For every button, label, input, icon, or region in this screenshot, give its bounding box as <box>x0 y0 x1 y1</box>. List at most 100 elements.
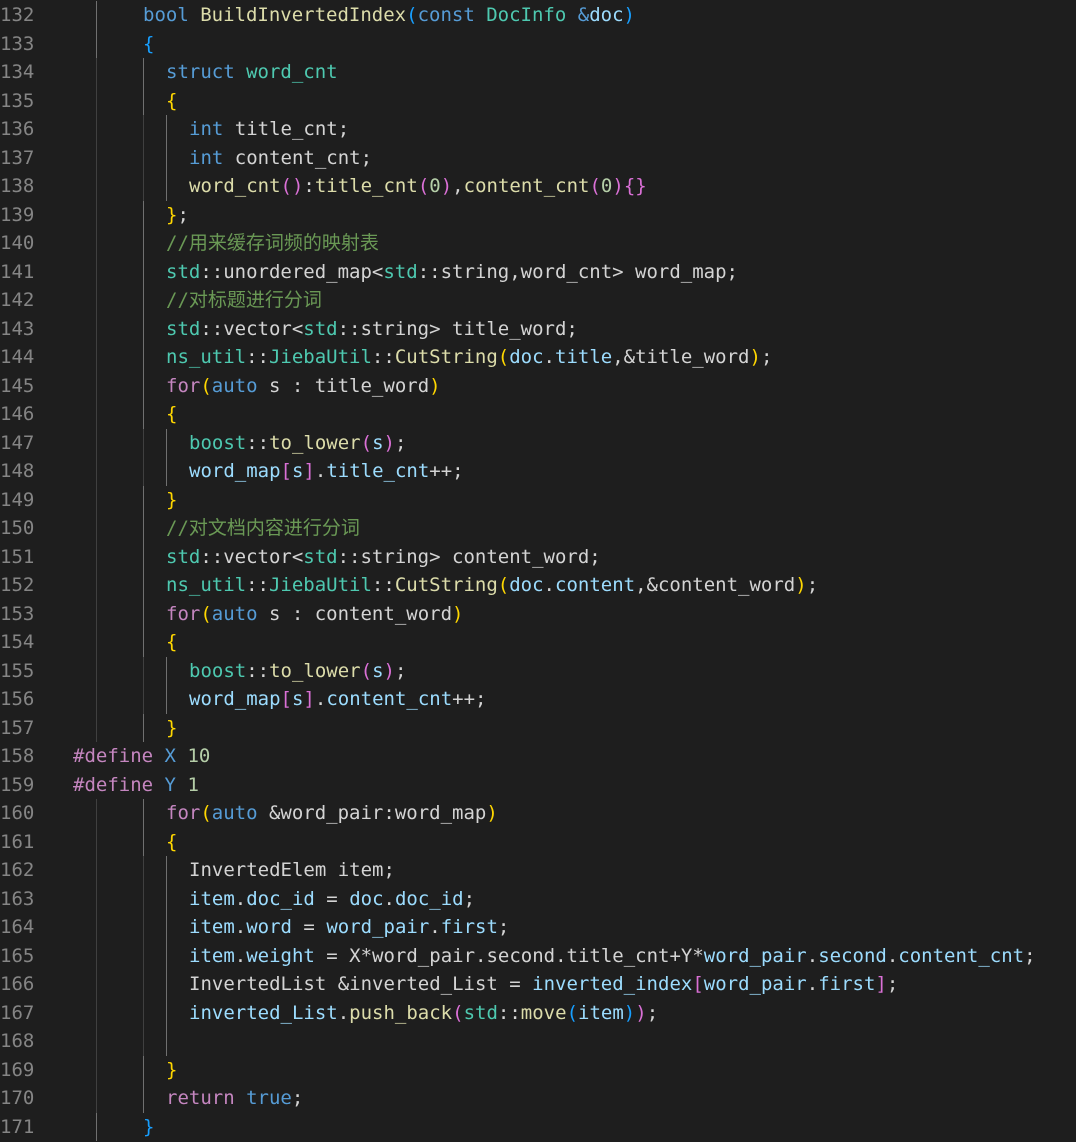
code-token: s : content_word <box>257 602 453 625</box>
indent-guide <box>96 998 97 1027</box>
code-token: boost <box>189 659 247 682</box>
indent-guide <box>96 713 97 742</box>
line-number: 159 <box>0 773 35 796</box>
code-line[interactable]: 152 ns_util::JiebaUtil::CutString(doc.con… <box>0 571 1076 600</box>
code-token: ) <box>429 374 441 397</box>
code-token: ) <box>795 574 807 596</box>
code-token: ) <box>452 602 464 625</box>
indent-guide <box>166 970 167 999</box>
code-line[interactable]: 159 #define Y 1 <box>0 771 1076 800</box>
code-line[interactable]: 132 bool BuildInvertedIndex(const DocInfo… <box>0 1 1076 30</box>
code-token: ::vector< <box>200 317 304 340</box>
code-text: #define Y 1 <box>73 771 199 800</box>
line-number: 162 <box>0 859 35 881</box>
code-line[interactable]: 137 int content_cnt; <box>0 143 1076 172</box>
code-token: content_cnt; <box>223 146 373 169</box>
line-number: 169 <box>0 1058 35 1081</box>
code-line[interactable]: 141 std::unordered_map<std::string,word_c… <box>0 257 1076 287</box>
code-line[interactable]: 148 word_map[s].title_cnt++; <box>0 457 1076 486</box>
code-line[interactable]: 134 struct word_cnt <box>0 58 1076 87</box>
code-token: ; <box>646 1001 659 1024</box>
code-line[interactable]: 163 item.doc_id = doc.doc_id; <box>0 884 1076 913</box>
code-token: ::string,word_cnt> word_map; <box>417 260 738 283</box>
code-line[interactable]: 158 #define X 10 <box>0 742 1076 771</box>
code-token: content_cnt <box>463 175 590 197</box>
code-token: ; <box>463 887 476 910</box>
code-line[interactable]: 154 { <box>0 628 1076 657</box>
code-token: ; <box>1024 944 1036 967</box>
code-line[interactable]: 135 { <box>0 86 1076 115</box>
code-token: boost <box>189 431 247 454</box>
code-line[interactable]: 140 //用来缓存词频的映射表 <box>0 229 1076 258</box>
code-token: 用来缓存词频的映射表 <box>188 232 379 254</box>
code-line[interactable]: 171} <box>0 1112 1076 1141</box>
code-token: std <box>166 260 201 283</box>
code-line[interactable]: 143 std::vector<std::string> title_word; <box>0 314 1076 343</box>
code-line[interactable]: 165 item.weight = X*word_pair.second.titl… <box>0 941 1076 970</box>
code-text: int title_cnt; <box>189 115 349 144</box>
indent-guide <box>143 1027 144 1056</box>
code-token: std <box>303 317 338 340</box>
code-token: word_map <box>189 460 281 482</box>
code-text: word_map[s].title_cnt++; <box>189 457 464 486</box>
code-line[interactable]: 151 std::vector<std::string> content_word… <box>0 542 1076 571</box>
code-token: ) <box>623 1001 636 1024</box>
indent-guide <box>96 656 97 685</box>
code-line[interactable]: 144 ns_util::JiebaUtil::CutString(doc.tit… <box>0 343 1076 372</box>
code-line[interactable]: 166 InvertedList &inverted_List = inverte… <box>0 970 1076 999</box>
indent-guide <box>166 457 167 486</box>
code-token: . <box>429 916 441 938</box>
code-token: :: <box>497 1001 521 1024</box>
code-line[interactable]: 161 { <box>0 827 1076 856</box>
code-token: content_cnt <box>326 688 453 710</box>
line-number: 156 <box>0 688 35 710</box>
code-token: doc_id <box>246 887 315 910</box>
code-line[interactable]: 156 word_map[s].content_cnt++; <box>0 685 1076 714</box>
code-line[interactable]: 167 inverted_List.push_back(std::move(ite… <box>0 998 1076 1027</box>
code-token: JiebaUtil <box>268 346 372 368</box>
indent-guide <box>96 371 97 400</box>
code-line[interactable]: 145 for(auto s : title_word) <box>0 371 1076 400</box>
code-line[interactable]: 155 boost::to_lower(s); <box>0 656 1076 685</box>
code-token: title <box>555 346 613 368</box>
code-line[interactable]: 168 <box>0 1027 1076 1056</box>
indent-guide <box>96 58 97 87</box>
line-number: 170 <box>0 1087 35 1109</box>
code-line[interactable]: 133 { <box>0 29 1076 58</box>
code-line[interactable]: 138 word_cnt():title_cnt(0),content_cnt(0… <box>0 172 1076 201</box>
indent-guide <box>96 856 97 885</box>
code-token: title_cnt <box>314 175 418 197</box>
code-line[interactable]: 157} <box>0 713 1076 742</box>
code-token: ::string> title_word; <box>337 317 578 340</box>
code-token: word_pair <box>326 916 430 938</box>
code-text: std::unordered_map<std::string,word_cnt>… <box>166 258 738 287</box>
code-token: :: <box>246 659 270 682</box>
code-editor[interactable]: 132 bool BuildInvertedIndex(const DocInfo… <box>0 0 1076 1142</box>
code-line[interactable]: 170 return true; <box>0 1084 1076 1113</box>
indent-guide <box>143 257 144 286</box>
indent-guide <box>143 58 144 87</box>
code-line[interactable]: 142 //对标题进行分词 <box>0 286 1076 315</box>
code-token: ( <box>417 175 430 197</box>
code-line[interactable]: 162 InvertedElem item; <box>0 856 1076 885</box>
code-line[interactable]: 149} <box>0 485 1076 514</box>
code-token: const <box>417 4 475 26</box>
code-token: ; <box>394 431 407 454</box>
indent-guide <box>143 998 144 1027</box>
code-token: to_lower <box>269 659 361 682</box>
line-number: 149 <box>0 488 35 511</box>
code-line[interactable]: 164 item.word = word_pair.first; <box>0 913 1076 942</box>
code-line[interactable]: 136 int title_cnt; <box>0 115 1076 144</box>
code-line[interactable]: 169} <box>0 1055 1076 1084</box>
code-line[interactable]: 139}; <box>0 200 1076 229</box>
code-line[interactable]: 147 boost::to_lower(s); <box>0 428 1076 457</box>
code-line[interactable]: 146 { <box>0 400 1076 429</box>
code-line[interactable]: 150 //对文档内容进行分词 <box>0 514 1076 543</box>
code-line[interactable]: 160 for(auto &word_pair:word_map) <box>0 799 1076 828</box>
code-token: ; <box>394 659 407 682</box>
code-line[interactable]: 153 for(auto s : content_word) <box>0 599 1076 628</box>
code-token: ] <box>875 973 887 995</box>
indent-guide <box>166 884 167 913</box>
